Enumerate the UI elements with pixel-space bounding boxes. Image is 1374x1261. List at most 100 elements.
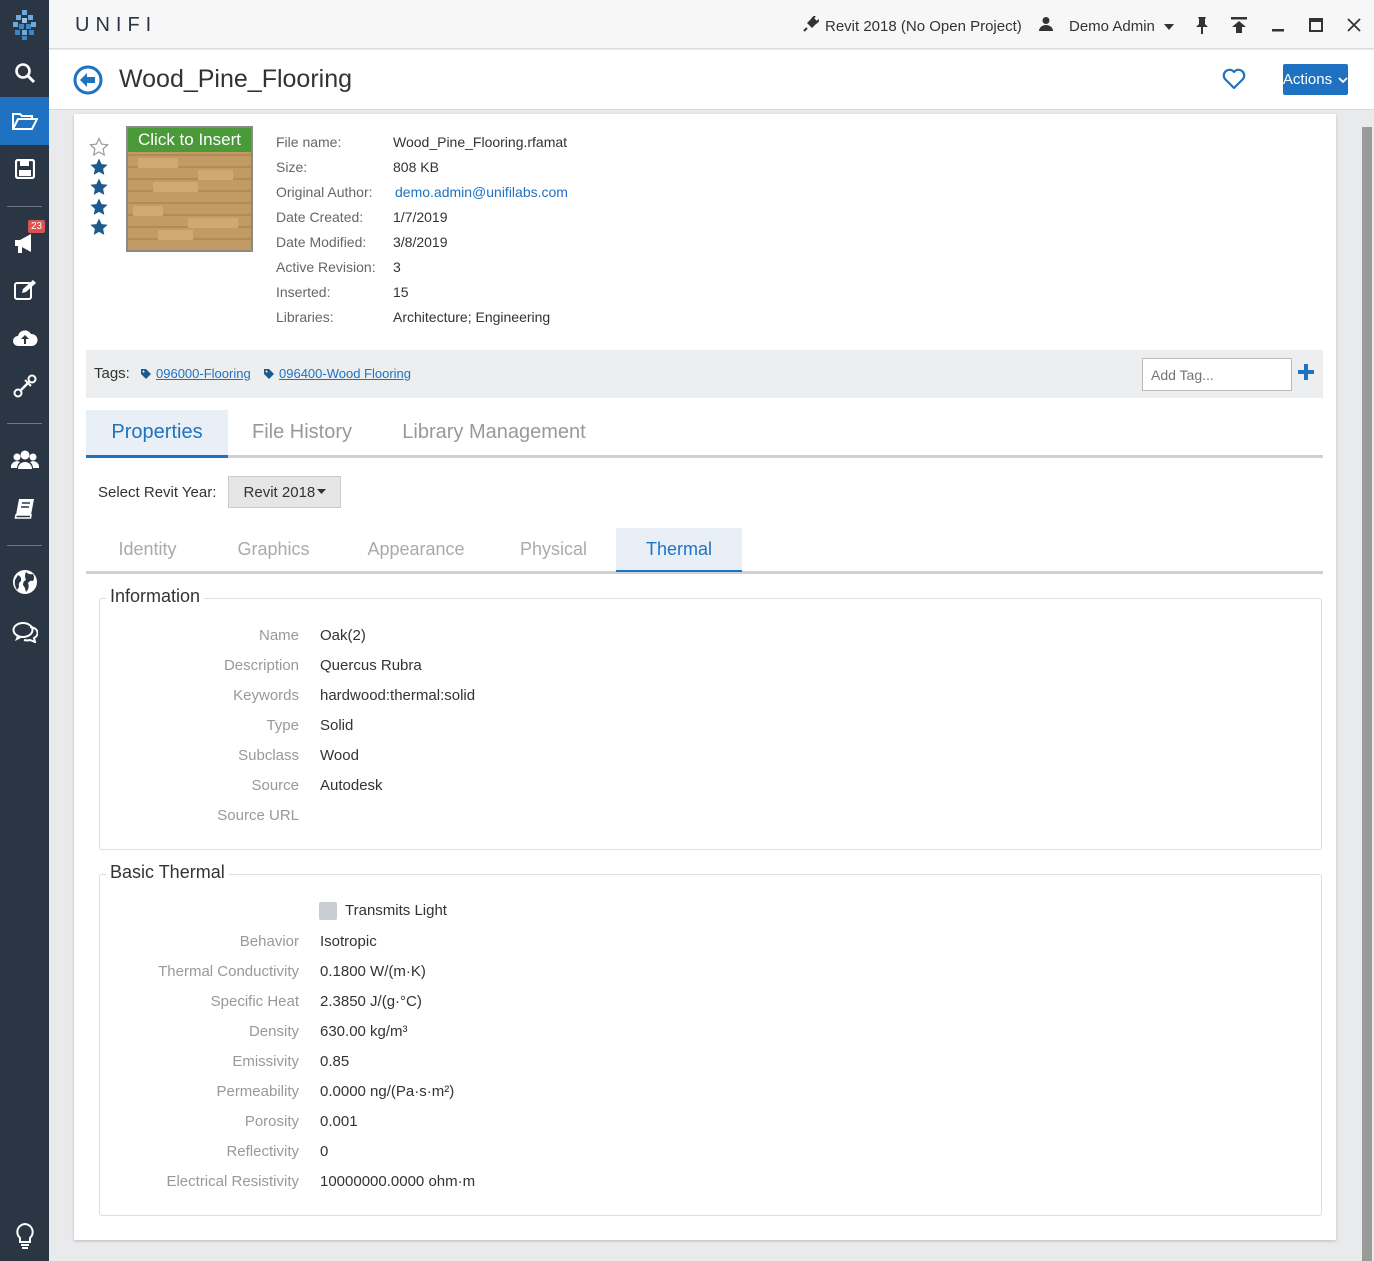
star-filled-icon[interactable] xyxy=(89,177,109,197)
minimize-icon[interactable] xyxy=(1268,15,1288,35)
back-arrow-icon[interactable] xyxy=(73,65,103,100)
detail-key: Libraries: xyxy=(276,308,334,325)
announcements-icon[interactable]: 23 xyxy=(0,219,49,267)
star-filled-icon[interactable] xyxy=(89,217,109,237)
tab-file-history[interactable]: File History xyxy=(237,410,367,455)
property-label: Source xyxy=(251,777,299,794)
tab-identity[interactable]: Identity xyxy=(86,528,209,571)
notification-badge: 23 xyxy=(28,220,46,233)
click-to-insert-label[interactable]: Click to Insert xyxy=(128,128,251,152)
detail-key: Date Created: xyxy=(276,208,364,225)
tag-link[interactable]: 096400-Wood Flooring xyxy=(263,366,411,381)
property-row: Specific Heat 2.3850 J/(g·°C) xyxy=(100,993,1321,1015)
detail-value: 3 xyxy=(393,258,401,275)
sidebar: 23 xyxy=(0,0,49,1261)
tab-appearance[interactable]: Appearance xyxy=(351,528,481,571)
property-row: Density 630.00 kg/m³ xyxy=(100,1023,1321,1045)
property-label: Emissivity xyxy=(232,1053,299,1070)
property-label: Keywords xyxy=(233,687,299,704)
detail-row: Inserted: 15 xyxy=(276,279,568,304)
information-group: Information Name Oak(2) Description Quercu… xyxy=(99,586,1322,850)
property-label: Name xyxy=(258,627,299,644)
caret-down-icon xyxy=(317,489,327,494)
property-value: 10000000.0000 ohm·m xyxy=(320,1173,476,1190)
add-tag-input[interactable] xyxy=(1142,358,1292,391)
detail-row: Size: 808 KB xyxy=(276,154,568,179)
detail-key: Size: xyxy=(276,158,308,175)
tab-physical[interactable]: Physical xyxy=(496,528,611,571)
detail-key: Original Author: xyxy=(276,183,373,200)
property-row: Keywords hardwood:thermal:solid xyxy=(100,687,1321,709)
property-value: 0.0000 ng/(Pa·s·m²) xyxy=(320,1083,455,1100)
detail-key: Active Revision: xyxy=(276,258,376,275)
detail-value: Wood_Pine_Flooring.rfamat xyxy=(393,133,568,150)
users-icon[interactable] xyxy=(0,436,49,484)
star-empty-icon[interactable] xyxy=(89,137,109,157)
globe-icon[interactable] xyxy=(0,558,49,606)
revit-status[interactable]: Revit 2018 (No Open Project) xyxy=(803,15,1022,36)
property-row: Subclass Wood xyxy=(100,747,1321,769)
tab-thermal[interactable]: Thermal xyxy=(616,528,742,572)
tab-properties[interactable]: Properties xyxy=(86,410,228,458)
information-title: Information xyxy=(106,586,205,607)
property-value: Autodesk xyxy=(320,777,383,794)
app-brand: UNIFI xyxy=(75,14,158,36)
material-detail-card: Click to Insert File name: Wood_Pine_Floo… xyxy=(74,114,1336,1240)
main-tabs: Properties File History Library Manageme… xyxy=(86,410,1323,458)
tag-link[interactable]: 096000-Flooring xyxy=(140,366,251,381)
book-icon[interactable] xyxy=(0,484,49,532)
favorite-heart-icon[interactable] xyxy=(1222,68,1246,95)
unifi-logo-icon[interactable] xyxy=(0,0,49,49)
close-icon[interactable] xyxy=(1344,15,1364,35)
actions-button[interactable]: Actions xyxy=(1283,64,1348,95)
property-value: 630.00 kg/m³ xyxy=(320,1023,408,1040)
lightbulb-icon[interactable] xyxy=(14,1222,36,1255)
actions-label: Actions xyxy=(1282,71,1333,88)
tab-graphics[interactable]: Graphics xyxy=(211,528,336,571)
material-thumbnail[interactable]: Click to Insert xyxy=(126,126,253,252)
property-label: Thermal Conductivity xyxy=(158,963,299,980)
revit-year-label: Select Revit Year: xyxy=(98,483,217,501)
folder-open-icon[interactable] xyxy=(0,97,49,145)
property-value: 2.3850 J/(g·°C) xyxy=(320,993,422,1010)
user-menu[interactable]: Demo Admin xyxy=(1039,16,1175,36)
tags-label: Tags: xyxy=(94,365,130,382)
user-icon xyxy=(1039,16,1053,36)
property-label: Reflectivity xyxy=(226,1143,299,1160)
tag-label: 096400-Wood Flooring xyxy=(279,366,412,381)
search-icon[interactable] xyxy=(0,49,49,97)
pin-icon[interactable] xyxy=(1192,15,1212,35)
author-email-link[interactable]: demo.admin@unifilabs.com xyxy=(395,184,568,200)
transmits-light-checkbox[interactable] xyxy=(319,902,337,920)
upload-top-icon[interactable] xyxy=(1229,15,1249,35)
rating-stars[interactable] xyxy=(89,137,109,237)
file-details: File name: Wood_Pine_Flooring.rfamat Size… xyxy=(276,129,568,329)
wood-texture: Click to Insert xyxy=(128,128,251,250)
property-label: Subclass xyxy=(238,747,299,764)
connections-icon[interactable] xyxy=(0,362,49,410)
detail-key: Inserted: xyxy=(276,283,331,300)
revit-year-select[interactable]: Revit 2018 xyxy=(228,476,342,508)
detail-row: Active Revision: 3 xyxy=(276,254,568,279)
property-value: 0 xyxy=(320,1143,329,1160)
edit-icon[interactable] xyxy=(0,266,49,314)
property-label: Description xyxy=(223,657,299,674)
save-icon[interactable] xyxy=(0,145,49,193)
detail-value: 1/7/2019 xyxy=(393,208,448,225)
star-filled-icon[interactable] xyxy=(89,157,109,177)
sidebar-divider xyxy=(7,545,42,546)
property-value: Isotropic xyxy=(320,933,377,950)
scrollbar-thumb[interactable] xyxy=(1362,127,1372,1261)
property-value: Wood xyxy=(320,747,359,764)
tab-library-management[interactable]: Library Management xyxy=(389,410,599,455)
property-row: Porosity 0.001 xyxy=(100,1113,1321,1135)
maximize-icon[interactable] xyxy=(1306,15,1326,35)
tag-label: 096000-Flooring xyxy=(156,366,251,381)
chat-icon[interactable] xyxy=(0,608,49,656)
plus-icon[interactable] xyxy=(1296,362,1316,387)
tag-icon xyxy=(141,368,151,379)
star-filled-icon[interactable] xyxy=(89,197,109,217)
cloud-upload-icon[interactable] xyxy=(0,314,49,362)
property-row: Reflectivity 0 xyxy=(100,1143,1321,1165)
property-label: Electrical Resistivity xyxy=(166,1173,299,1190)
